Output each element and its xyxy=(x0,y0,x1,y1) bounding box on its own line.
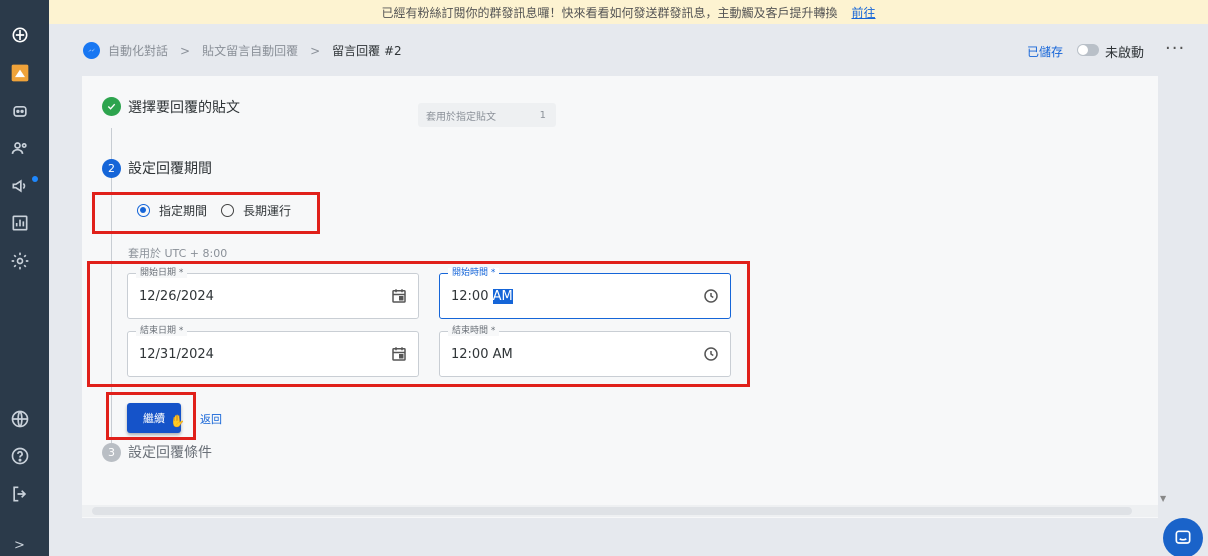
step2-number: 2 xyxy=(102,159,121,178)
start-date-label: 開始日期 * xyxy=(136,268,188,278)
scrollbar-thumb[interactable] xyxy=(92,507,1132,515)
step3-number: 3 xyxy=(102,443,121,462)
start-time-field[interactable]: 開始時間 * 12:00 AM xyxy=(439,268,731,319)
notification-dot xyxy=(32,176,38,182)
breadcrumb-separator: > xyxy=(180,43,191,58)
support-chat-button[interactable] xyxy=(1163,518,1203,556)
end-time-field[interactable]: 結束時間 * 12:00 AM xyxy=(439,326,731,377)
step3-title[interactable]: 設定回覆條件 xyxy=(128,442,212,462)
end-date-value[interactable]: 12/31/2024 xyxy=(139,347,214,362)
more-menu-icon[interactable]: ··· xyxy=(1165,38,1185,59)
start-time-ampm-selected[interactable]: AM xyxy=(492,289,513,304)
radio-unselected-icon[interactable] xyxy=(221,204,234,217)
radio-specified-period[interactable]: 指定期間 xyxy=(137,202,207,219)
post-scope-label: 套用於指定貼文 xyxy=(426,111,496,123)
banner-message: 已經有粉絲訂閱你的群發訊息囉！快來看看如何發送群發訊息，主動觸及客戶提升轉換 xyxy=(381,5,838,20)
step1-check-icon xyxy=(102,97,121,116)
back-link[interactable]: 返回 xyxy=(200,411,222,427)
notice-banner: 已經有粉絲訂閱你的群發訊息囉！快來看看如何發送群發訊息，主動觸及客戶提升轉換 前… xyxy=(49,0,1208,24)
radio-long-term-label: 長期運行 xyxy=(243,204,292,218)
help-icon[interactable] xyxy=(9,445,31,467)
post-scope-chip: 套用於指定貼文 1 xyxy=(418,103,556,127)
broadcast-icon[interactable] xyxy=(9,175,31,197)
start-time-hour: 12:00 xyxy=(451,289,493,304)
app-logo-icon[interactable] xyxy=(9,24,31,46)
start-date-field[interactable]: 開始日期 * 12/26/2024 xyxy=(127,268,419,319)
start-time-label: 開始時間 * xyxy=(448,268,500,278)
banner-link[interactable]: 前往 xyxy=(852,4,876,21)
post-scope-count: 1 xyxy=(539,109,546,121)
logout-icon[interactable] xyxy=(9,483,31,505)
end-time-value[interactable]: 12:00 AM xyxy=(451,347,513,362)
breadcrumb: 自動化對話 > 貼文留言自動回覆 > 留言回覆 #2 xyxy=(83,42,402,59)
bot-icon[interactable] xyxy=(9,100,31,122)
expand-sidebar-icon[interactable]: > xyxy=(14,538,25,553)
calendar-icon[interactable] xyxy=(390,345,408,363)
radio-specified-period-label: 指定期間 xyxy=(159,204,208,218)
page-header: 自動化對話 > 貼文留言自動回覆 > 留言回覆 #2 已儲存 未啟動 ··· xyxy=(49,24,1208,76)
automation-icon[interactable] xyxy=(9,62,31,84)
horizontal-scrollbar[interactable] xyxy=(82,505,1158,517)
start-date-value[interactable]: 12/26/2024 xyxy=(139,289,214,304)
saved-status: 已儲存 xyxy=(1027,45,1064,59)
end-date-field[interactable]: 結束日期 * 12/31/2024 xyxy=(127,326,419,377)
scroll-down-arrow-icon[interactable]: ▼ xyxy=(1160,494,1166,503)
breadcrumb-item-current: 留言回覆 #2 xyxy=(332,44,402,58)
start-time-value[interactable]: 12:00 AM xyxy=(451,289,513,304)
timezone-note: 套用於 UTC + 8:00 xyxy=(128,247,228,260)
end-time-label: 結束時間 * xyxy=(448,326,500,336)
activation-toggle-label: 未啟動 xyxy=(1105,46,1145,61)
settings-gear-icon[interactable] xyxy=(9,250,31,272)
contacts-icon[interactable] xyxy=(9,137,31,159)
end-date-label: 結束日期 * xyxy=(136,326,188,336)
clock-icon[interactable] xyxy=(702,345,720,363)
step2-title: 設定回覆期間 xyxy=(128,161,212,177)
messenger-icon xyxy=(83,42,100,59)
calendar-icon[interactable] xyxy=(390,287,408,305)
breadcrumb-separator: > xyxy=(310,43,321,58)
radio-long-term[interactable]: 長期運行 xyxy=(221,202,291,219)
breadcrumb-item-post-reply[interactable]: 貼文留言自動回覆 xyxy=(202,42,298,59)
left-sidebar: > xyxy=(0,0,49,556)
step1-title[interactable]: 選擇要回覆的貼文 xyxy=(128,97,240,117)
globe-icon[interactable] xyxy=(9,408,31,430)
breadcrumb-item-automation[interactable]: 自動化對話 xyxy=(108,42,168,59)
radio-selected-icon[interactable] xyxy=(137,204,150,217)
activation-toggle[interactable] xyxy=(1077,44,1099,56)
clock-icon[interactable] xyxy=(702,287,720,305)
pointer-cursor-icon: ✋ xyxy=(170,414,185,428)
analytics-icon[interactable] xyxy=(9,212,31,234)
